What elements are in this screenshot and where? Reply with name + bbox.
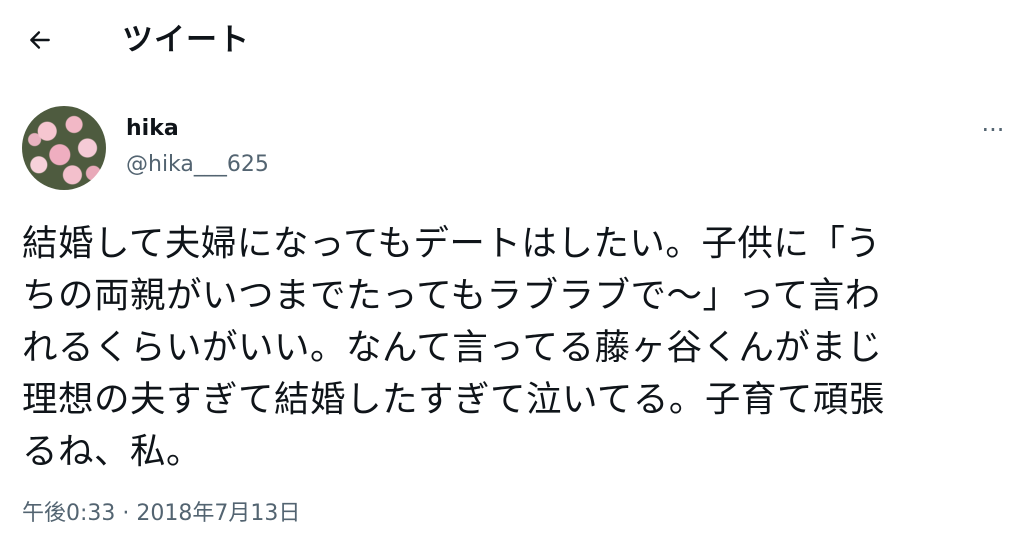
arrow-left-icon bbox=[30, 31, 50, 49]
top-bar: ツイート bbox=[0, 0, 1024, 80]
avatar[interactable] bbox=[22, 106, 106, 190]
author-display-name[interactable]: hika bbox=[126, 115, 179, 143]
page-title: ツイート bbox=[122, 22, 250, 58]
back-button[interactable] bbox=[18, 18, 62, 62]
author-handle[interactable]: @hika___625 bbox=[126, 151, 269, 179]
more-horizontal-icon: ··· bbox=[981, 116, 1005, 144]
tweet-text: 結婚して夫婦になってもデートはしたい。子供に「う ちの両親がいつまでたってもラブ… bbox=[22, 223, 885, 472]
tweet-timestamp[interactable]: 午後0:33 · 2018年7月13日 bbox=[22, 499, 300, 529]
more-options-button[interactable]: ··· bbox=[972, 114, 1014, 146]
